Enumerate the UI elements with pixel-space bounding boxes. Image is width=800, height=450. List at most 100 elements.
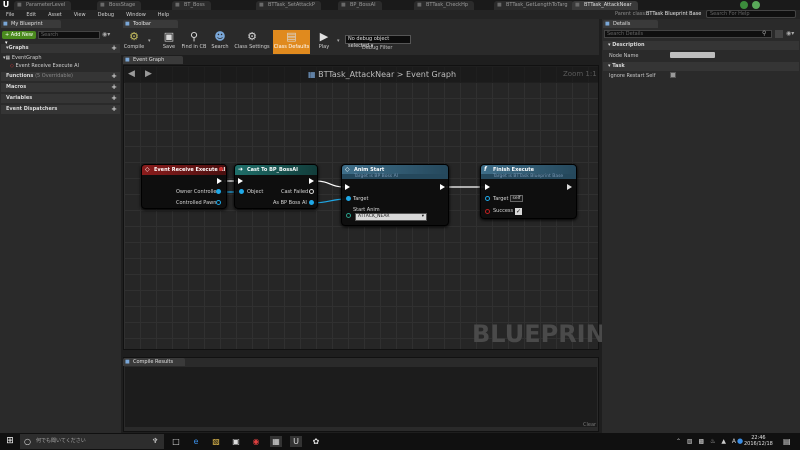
- menu-edit[interactable]: Edit: [20, 12, 42, 18]
- visibility-eye-icon[interactable]: ◉▾: [102, 31, 110, 38]
- system-tray-icons[interactable]: ⌃ ▧ ▩ ♨ ▲ A: [676, 438, 738, 445]
- details-search-input[interactable]: Search Details: [604, 30, 772, 38]
- file-explorer-icon[interactable]: ▧: [210, 436, 222, 447]
- menu-asset[interactable]: Asset: [42, 12, 68, 18]
- compile-results-log[interactable]: [125, 367, 597, 427]
- pin-finish-target[interactable]: [485, 196, 490, 201]
- tab-event-graph[interactable]: ■ Event Graph: [123, 56, 183, 64]
- back-arrow-icon[interactable]: ◀: [128, 69, 135, 79]
- cast-exec-out-pin[interactable]: [309, 178, 314, 184]
- play-options-icon[interactable]: ▾: [337, 38, 340, 44]
- tab-my-blueprint[interactable]: ■ My Blueprint: [1, 20, 61, 28]
- class-settings-button[interactable]: ⚙ Class Settings: [233, 30, 271, 54]
- cast-exec-in-pin[interactable]: [238, 178, 243, 184]
- pin-controlled-pawn[interactable]: [216, 200, 221, 205]
- doc-tab-parameterlevel[interactable]: ParameterLevel: [14, 1, 72, 10]
- details-search-icon[interactable]: ⚲: [762, 30, 766, 37]
- taskbar-clock[interactable]: 22:46 2016/12/18: [744, 435, 773, 447]
- app-icon-bird[interactable]: ✿: [310, 436, 322, 447]
- breadcrumb-asset[interactable]: BTTask_AttackNear: [318, 70, 394, 79]
- chrome-icon[interactable]: ◉: [250, 436, 262, 447]
- menu-file[interactable]: File: [0, 12, 20, 18]
- finish-target-self[interactable]: self: [510, 195, 523, 202]
- tab-toolbar[interactable]: ■ Toolbar: [123, 20, 178, 28]
- section-variables[interactable]: Variables +: [1, 94, 120, 103]
- windows-start-icon[interactable]: ⊞: [4, 436, 16, 447]
- section-graphs[interactable]: ▾Graphs +: [1, 44, 120, 53]
- section-event-dispatchers[interactable]: Event Dispatchers +: [1, 105, 120, 114]
- tree-event-receive-label: Event Receive Execute AI: [15, 63, 80, 69]
- compile-button[interactable]: ⚙ Compile: [118, 30, 150, 54]
- add-macro-icon[interactable]: +: [111, 83, 117, 92]
- store-icon[interactable]: ▣: [230, 436, 242, 447]
- add-function-icon[interactable]: +: [111, 72, 117, 81]
- pin-success[interactable]: [485, 209, 490, 214]
- start-anim-select[interactable]: ATTACK_NEAR ▾: [355, 213, 427, 221]
- action-center-icon[interactable]: ▤: [783, 437, 791, 446]
- add-dispatcher-icon[interactable]: +: [111, 105, 117, 114]
- details-category-description[interactable]: ▾ Description: [603, 41, 799, 50]
- app-icon[interactable]: ▦: [270, 436, 282, 447]
- taskbar-search-input[interactable]: 何でも聞いてください: [20, 434, 164, 449]
- pin-owner-controller[interactable]: [216, 189, 221, 194]
- event-exec-out-pin[interactable]: [217, 178, 222, 184]
- pin-start-anim[interactable]: [346, 213, 351, 218]
- node-name-field[interactable]: [670, 52, 715, 58]
- microphone-icon[interactable]: ♆: [152, 437, 158, 445]
- doc-tab-checkhp[interactable]: BTTask_CheckHp: [414, 1, 475, 10]
- add-new-button[interactable]: + Add New ▾: [2, 31, 36, 46]
- doc-tab-bp-bossai[interactable]: BP_BossAI: [338, 1, 382, 10]
- my-blueprint-search-input[interactable]: Search: [38, 31, 100, 39]
- pin-object[interactable]: [239, 189, 244, 194]
- doc-tab-getlength[interactable]: BTTask_GetLengthToTarg: [494, 1, 574, 10]
- unreal-engine-taskbar-icon[interactable]: U: [290, 436, 302, 447]
- parent-class-value[interactable]: BTTask Blueprint Base: [646, 11, 701, 17]
- edge-browser-icon[interactable]: e: [190, 436, 202, 447]
- success-checkbox[interactable]: ✓: [515, 208, 522, 215]
- pin-anim-target[interactable]: [346, 196, 351, 201]
- play-button[interactable]: ▶ Play: [308, 30, 340, 54]
- menu-view[interactable]: View: [68, 12, 92, 18]
- debug-object-select[interactable]: No debug object selected ▾: [345, 35, 411, 49]
- menu-debug[interactable]: Debug: [92, 12, 120, 18]
- anim-exec-out-pin[interactable]: [440, 184, 445, 190]
- tab-details[interactable]: ■ Details: [603, 20, 658, 28]
- details-task-label: Task: [612, 63, 625, 69]
- compile-options-icon[interactable]: ▾: [148, 38, 151, 44]
- add-variable-icon[interactable]: +: [111, 94, 117, 103]
- doc-tab-bossstage[interactable]: BossStage: [97, 1, 142, 10]
- tree-event-receive-execute-ai[interactable]: ◇ Event Receive Execute AI: [10, 63, 79, 69]
- window-status-icon[interactable]: [752, 1, 760, 9]
- event-delegate-pin[interactable]: [219, 167, 223, 171]
- clear-button[interactable]: Clear: [583, 422, 596, 428]
- ignore-restart-self-checkbox[interactable]: [670, 72, 676, 78]
- anim-exec-in-pin[interactable]: [345, 184, 350, 190]
- forward-arrow-icon[interactable]: ▶: [145, 69, 152, 79]
- section-functions[interactable]: Functions (5 Overridable) +: [1, 72, 120, 81]
- tab-compile-results[interactable]: ■ Compile Results: [123, 358, 185, 366]
- pin-cast-failed[interactable]: [309, 189, 314, 194]
- tree-event-graph[interactable]: ▾▦ EventGraph: [3, 55, 42, 61]
- start-anim-value: ATTACK_NEAR: [358, 214, 390, 219]
- details-category-task[interactable]: ▾ Task: [603, 62, 799, 71]
- details-eye-icon[interactable]: ◉▾: [786, 30, 794, 37]
- finish-exec-in-pin[interactable]: [485, 184, 490, 190]
- unreal-logo-icon[interactable]: U: [1, 0, 11, 10]
- menu-window[interactable]: Window: [120, 12, 152, 18]
- help-search-input[interactable]: Search For Help: [706, 10, 796, 18]
- finish-exec-out-pin[interactable]: [567, 184, 572, 190]
- doc-tab-bt-boss[interactable]: BT_Boss: [172, 1, 211, 10]
- breadcrumb-graph[interactable]: Event Graph: [406, 70, 456, 79]
- task-view-icon[interactable]: □: [170, 436, 182, 447]
- pin-as-bp-boss-ai[interactable]: [309, 200, 314, 205]
- property-matrix-icon[interactable]: [775, 30, 783, 38]
- search-button[interactable]: ☻ Search: [204, 30, 236, 54]
- doc-tab-setattackp[interactable]: BTTask_SetAttackP: [256, 1, 321, 10]
- window-status-icon[interactable]: [740, 1, 748, 9]
- class-defaults-button[interactable]: ▤ Class Defaults: [273, 30, 310, 54]
- doc-tab-attacknear[interactable]: BTTask_AttackNear: [572, 1, 638, 10]
- section-macros[interactable]: Macros +: [1, 83, 120, 92]
- add-graph-icon[interactable]: +: [111, 44, 117, 53]
- notification-icon[interactable]: ●: [737, 437, 743, 445]
- menu-help[interactable]: Help: [152, 12, 175, 18]
